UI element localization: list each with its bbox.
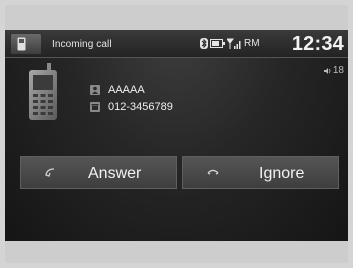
bluetooth-icon [200,37,208,49]
ignore-label: Ignore [259,165,305,182]
mobile-phone-icon [29,63,57,120]
caller-name-row: AAAAA [90,83,145,97]
caller-name: AAAAA [108,84,145,96]
phone-menu-tab[interactable] [11,34,41,54]
contact-icon [90,85,100,95]
phone-number-icon [90,102,100,112]
status-bar: Incoming call RM 12:34 [5,30,348,58]
speaker-icon [323,67,331,74]
status-icons: RM [200,36,260,50]
volume-level: 18 [332,65,344,76]
phone-hangup-icon [207,169,219,175]
clock: 12:34 [291,33,344,55]
phone-pickup-icon [45,168,55,177]
network-label: RM [244,37,260,49]
volume-indicator: 18 [323,65,344,76]
answer-button[interactable]: Answer [20,156,177,189]
answer-label: Answer [88,165,142,182]
caller-number-row: 012-3456789 [90,100,173,114]
ignore-button[interactable]: Ignore [182,156,339,189]
battery-icon [210,38,225,48]
screen-title: Incoming call [52,39,112,50]
caller-number: 012-3456789 [108,101,173,113]
incoming-call-screen: Incoming call RM 12:34 18 AAAAA 012-3456… [5,30,348,241]
phone-icon [17,37,26,51]
signal-icon [227,38,241,49]
